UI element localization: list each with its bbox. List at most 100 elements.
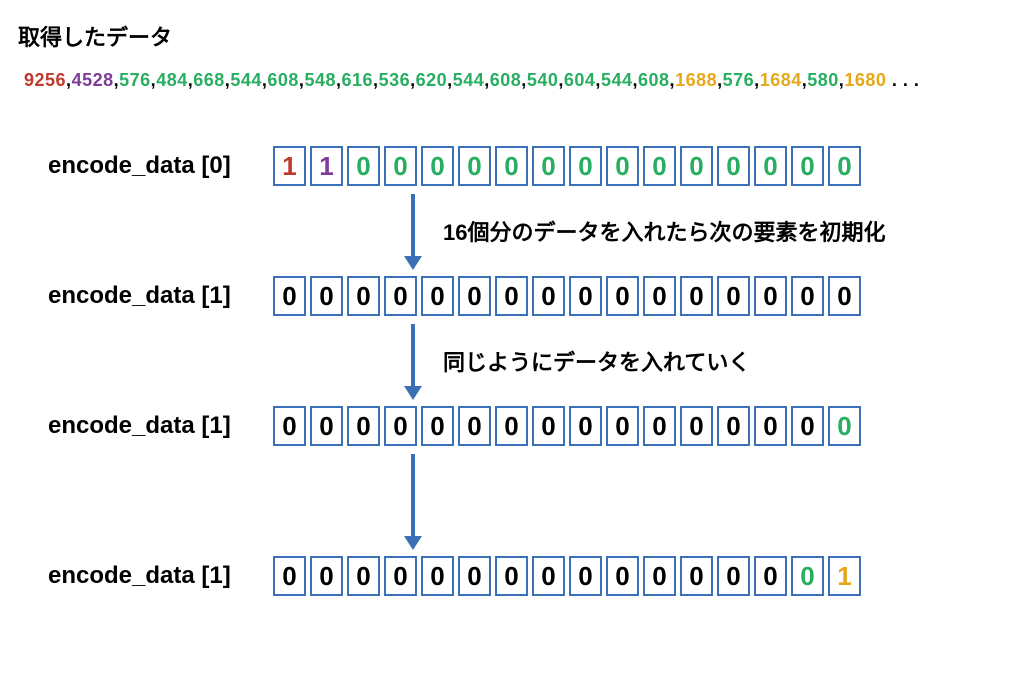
raw-token: 9256 <box>24 70 66 90</box>
bit-cell: 0 <box>273 276 306 316</box>
raw-token: 608 <box>638 70 670 90</box>
bit-cell: 0 <box>680 406 713 446</box>
bit-cell: 0 <box>791 146 824 186</box>
raw-token: 4528 <box>72 70 114 90</box>
bit-cell: 0 <box>347 556 380 596</box>
page-title: 取得したデータ <box>18 20 1006 52</box>
bit-cell: 0 <box>347 276 380 316</box>
arrow-block <box>48 452 1006 550</box>
bit-cell: 0 <box>421 556 454 596</box>
down-arrow-icon <box>403 452 423 550</box>
raw-token: 668 <box>193 70 225 90</box>
bit-cell: 1 <box>273 146 306 186</box>
raw-trailer: . . . <box>886 70 919 90</box>
bit-cell: 0 <box>421 406 454 446</box>
bit-cell: 0 <box>347 146 380 186</box>
raw-token: 616 <box>342 70 374 90</box>
bit-cell: 0 <box>791 556 824 596</box>
raw-token: 1684 <box>760 70 802 90</box>
bit-cell: 0 <box>569 276 602 316</box>
arrow-caption: 同じようにデータを入れていく <box>443 345 750 377</box>
bit-cell: 1 <box>828 556 861 596</box>
encode-row-label: encode_data [1] <box>48 562 273 590</box>
bit-cell: 0 <box>606 556 639 596</box>
raw-data-sequence: 9256,4528,576,484,668,544,608,548,616,53… <box>18 70 1006 91</box>
cell-array: 0000000000000000 <box>273 276 861 316</box>
raw-token: 544 <box>230 70 262 90</box>
bit-cell: 0 <box>606 276 639 316</box>
bit-cell: 0 <box>754 406 787 446</box>
raw-token: 620 <box>416 70 448 90</box>
bit-cell: 0 <box>532 146 565 186</box>
bit-cell: 0 <box>458 276 491 316</box>
encode-row-label: encode_data [0] <box>48 152 273 180</box>
bit-cell: 0 <box>643 556 676 596</box>
raw-token: 536 <box>379 70 411 90</box>
bit-cell: 0 <box>606 406 639 446</box>
raw-token: 1688 <box>675 70 717 90</box>
bit-cell: 0 <box>680 556 713 596</box>
raw-token: 544 <box>601 70 633 90</box>
raw-token: 540 <box>527 70 559 90</box>
bit-cell: 0 <box>384 146 417 186</box>
bit-cell: 0 <box>347 406 380 446</box>
down-arrow-icon <box>403 322 423 400</box>
encode-row: encode_data [1]0000000000000001 <box>48 556 1006 596</box>
bit-cell: 0 <box>828 146 861 186</box>
encode-row: encode_data [0]1100000000000000 <box>48 146 1006 186</box>
bit-cell: 0 <box>273 556 306 596</box>
bit-cell: 0 <box>717 146 750 186</box>
bit-cell: 0 <box>532 406 565 446</box>
bit-cell: 0 <box>495 406 528 446</box>
bit-cell: 0 <box>532 276 565 316</box>
bit-cell: 0 <box>791 276 824 316</box>
bit-cell: 0 <box>828 276 861 316</box>
bit-cell: 0 <box>754 556 787 596</box>
raw-token: 580 <box>807 70 839 90</box>
bit-cell: 0 <box>458 406 491 446</box>
bit-cell: 0 <box>754 146 787 186</box>
arrow-block: 同じようにデータを入れていく <box>48 322 1006 400</box>
bit-cell: 0 <box>569 556 602 596</box>
bit-cell: 0 <box>495 276 528 316</box>
bit-cell: 0 <box>384 556 417 596</box>
arrow-column <box>273 452 423 550</box>
bit-cell: 0 <box>421 276 454 316</box>
arrow-block: 16個分のデータを入れたら次の要素を初期化 <box>48 192 1006 270</box>
raw-token: 1680 <box>844 70 886 90</box>
bit-cell: 0 <box>717 406 750 446</box>
encode-row: encode_data [1]0000000000000000 <box>48 406 1006 446</box>
arrow-column <box>273 322 423 400</box>
bit-cell: 0 <box>495 146 528 186</box>
raw-token: 484 <box>156 70 188 90</box>
raw-token: 576 <box>723 70 755 90</box>
bit-cell: 0 <box>532 556 565 596</box>
bit-cell: 0 <box>310 276 343 316</box>
bit-cell: 0 <box>643 406 676 446</box>
encode-row: encode_data [1]0000000000000000 <box>48 276 1006 316</box>
bit-cell: 1 <box>310 146 343 186</box>
bit-cell: 0 <box>495 556 528 596</box>
bit-cell: 0 <box>458 556 491 596</box>
cell-array: 0000000000000001 <box>273 556 861 596</box>
bit-cell: 0 <box>421 146 454 186</box>
bit-cell: 0 <box>310 556 343 596</box>
bit-cell: 0 <box>717 556 750 596</box>
bit-cell: 0 <box>680 146 713 186</box>
down-arrow-icon <box>403 192 423 270</box>
bit-cell: 0 <box>643 276 676 316</box>
bit-cell: 0 <box>791 406 824 446</box>
bit-cell: 0 <box>828 406 861 446</box>
raw-token: 544 <box>453 70 485 90</box>
bit-cell: 0 <box>310 406 343 446</box>
diagram-page: 取得したデータ 9256,4528,576,484,668,544,608,54… <box>0 0 1024 691</box>
bit-cell: 0 <box>680 276 713 316</box>
cell-array: 1100000000000000 <box>273 146 861 186</box>
bit-cell: 0 <box>643 146 676 186</box>
bit-cell: 0 <box>384 406 417 446</box>
cell-array: 0000000000000000 <box>273 406 861 446</box>
raw-token: 604 <box>564 70 596 90</box>
bit-cell: 0 <box>754 276 787 316</box>
encode-rows-container: encode_data [0]110000000000000016個分のデータを… <box>48 146 1006 596</box>
bit-cell: 0 <box>458 146 491 186</box>
